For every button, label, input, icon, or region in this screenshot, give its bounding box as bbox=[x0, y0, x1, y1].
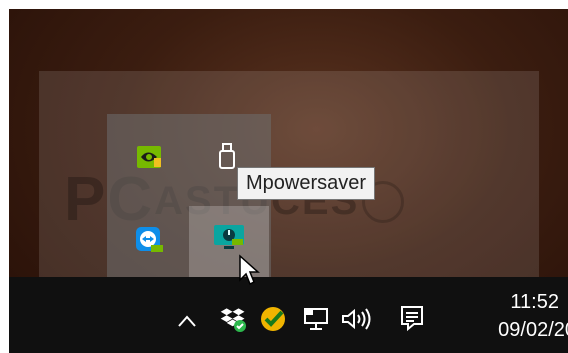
notification-icon[interactable] bbox=[397, 303, 427, 333]
dropbox-icon[interactable] bbox=[217, 303, 249, 335]
clock-time[interactable]: 11:52 bbox=[510, 291, 559, 314]
norton-check-icon[interactable] bbox=[258, 303, 290, 335]
tooltip: Mpowersaver bbox=[237, 167, 376, 200]
teamviewer-icon[interactable] bbox=[133, 224, 165, 256]
clock-date[interactable]: 09/02/20 bbox=[498, 319, 568, 342]
network-icon[interactable] bbox=[301, 305, 331, 333]
volume-icon[interactable] bbox=[339, 305, 373, 333]
mouse-cursor-icon bbox=[238, 254, 260, 291]
nvidia-icon[interactable] bbox=[133, 141, 165, 173]
desktop-background: PCASTUCES bbox=[9, 9, 568, 353]
chevron-up-icon[interactable] bbox=[175, 309, 199, 333]
